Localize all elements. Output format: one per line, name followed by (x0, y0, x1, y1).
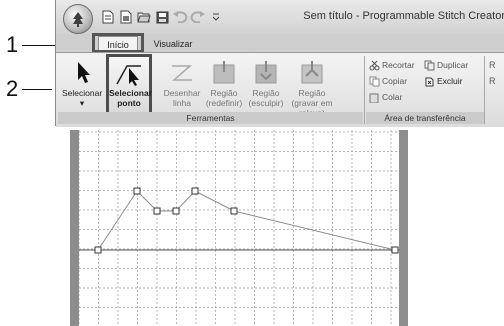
duplicate-label: Duplicar (437, 60, 469, 70)
callout-2: 2 (6, 76, 19, 101)
stitch-point[interactable] (391, 246, 399, 254)
stitch-grid[interactable] (79, 130, 399, 326)
select-button[interactable]: Selecionar ▾ (62, 58, 102, 110)
app-window: Sem título - Programmable Stitch Creator… (55, 0, 504, 127)
delete-icon (425, 77, 434, 86)
arrow-cursor-icon (78, 62, 90, 83)
svg-text:R: R (489, 76, 496, 86)
region-reset-label: Região (redefinir) (205, 88, 243, 108)
region-sculpt-label: Região (esculpir) (248, 88, 284, 108)
select-button-label: Selecionar (62, 88, 103, 98)
grid-lines (79, 130, 399, 326)
region-reset-icon (213, 61, 235, 84)
region-sculpt-button[interactable]: Região (esculpir) (246, 58, 286, 110)
paste-label: Colar (382, 92, 403, 102)
callout-2-leader (22, 89, 52, 90)
cut-button[interactable]: Recortar (369, 59, 415, 71)
copy-button[interactable]: Copiar (369, 75, 407, 87)
duplicate-button[interactable]: Duplicar (424, 59, 468, 71)
stitch-point[interactable] (172, 207, 180, 215)
select-point-button[interactable]: Selecionar ponto (109, 58, 152, 110)
draw-line-icon (172, 65, 192, 81)
group-separator-2 (484, 56, 485, 124)
draw-line-label: Desenhar linha (163, 88, 201, 108)
titlebar: Sem título - Programmable Stitch Creator (56, 0, 504, 34)
svg-text:R: R (489, 60, 496, 70)
stitch-point[interactable] (230, 207, 238, 215)
ferramentas-group-label: Ferramentas (58, 112, 363, 124)
duplicate-icon (424, 60, 435, 70)
region-reset-button[interactable]: Região (redefinir) (204, 58, 244, 110)
stitch-point[interactable] (133, 187, 141, 195)
stitch-path (97, 190, 396, 251)
group-separator (364, 56, 365, 124)
stitch-points (94, 187, 399, 254)
design-canvas[interactable] (70, 130, 408, 326)
cut-label: Recortar (382, 60, 415, 70)
delete-label: Excluir (437, 76, 463, 86)
region-sculpt-icon (255, 61, 277, 84)
clipboard-group-label: Área de transferência (366, 112, 484, 124)
left-rail (70, 130, 79, 326)
paste-icon (369, 92, 379, 103)
callout-1: 1 (6, 32, 19, 57)
next-group-icon: R R (489, 60, 496, 86)
stitch-point[interactable] (153, 207, 161, 215)
select-point-label: Selecionar ponto (109, 88, 152, 108)
region-emboss-icon (301, 61, 323, 84)
tab-visualizar[interactable]: Visualizar (146, 36, 200, 52)
delete-button[interactable]: Excluir (424, 75, 463, 87)
stitch-point[interactable] (191, 187, 199, 195)
right-rail (399, 130, 408, 326)
stitch-point[interactable] (94, 246, 102, 254)
select-dropdown-arrow[interactable]: ▾ (62, 98, 102, 108)
copy-icon (369, 76, 380, 86)
select-point-icon (116, 65, 141, 86)
tab-inicio-highlight (92, 33, 144, 53)
paste-button[interactable]: Colar (369, 91, 402, 103)
copy-label: Copiar (382, 76, 408, 86)
region-emboss-button[interactable]: Região (gravar em relevo) (290, 58, 334, 118)
scissors-icon (369, 60, 380, 70)
draw-line-button[interactable]: Desenhar linha (162, 58, 202, 110)
window-title: Sem título - Programmable Stitch Creator (303, 10, 504, 22)
